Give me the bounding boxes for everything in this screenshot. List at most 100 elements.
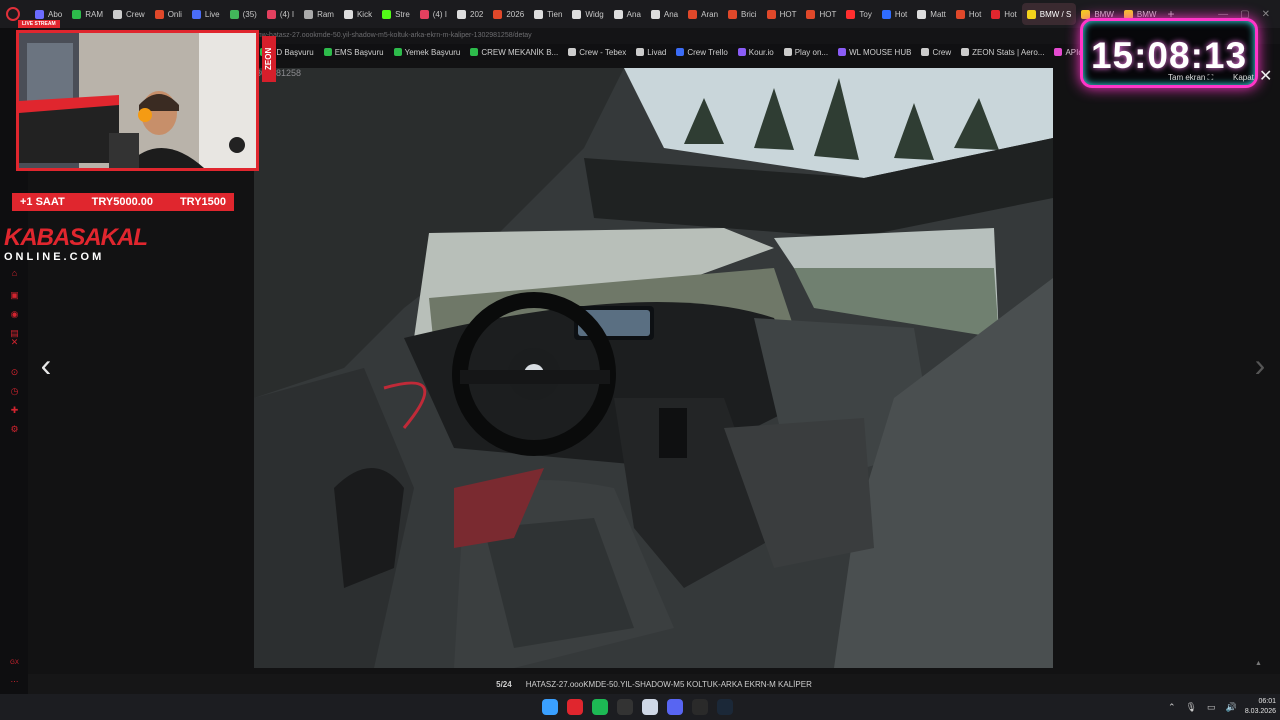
bookmark-item[interactable]: WL MOUSE HUB — [838, 48, 911, 57]
browser-tab[interactable]: Hot — [951, 3, 986, 25]
player-icon[interactable]: ⊙ — [9, 367, 20, 378]
epic-games-icon[interactable] — [692, 699, 708, 715]
browser-tab[interactable]: Hot — [877, 3, 912, 25]
tab-label: Crew — [126, 9, 145, 19]
messenger-icon[interactable]: ◉ — [9, 309, 20, 320]
settings-icon[interactable]: ⚙ — [9, 424, 20, 435]
browser-tab[interactable]: Widg — [567, 3, 608, 25]
browser-tab[interactable]: Onli — [150, 3, 187, 25]
browser-tab[interactable]: Crew — [108, 3, 150, 25]
tab-favicon-icon — [154, 9, 164, 19]
bookmark-item[interactable]: CREW MEKANİK B... — [470, 48, 558, 57]
tab-label: Toy — [859, 9, 872, 19]
bookmark-item[interactable]: Kour.io — [737, 48, 774, 57]
browser-tab[interactable]: Live — [187, 3, 225, 25]
close-window-icon[interactable]: ✕ — [1262, 9, 1270, 20]
browser-tab[interactable]: (4) I — [415, 3, 452, 25]
close-clock-button[interactable]: Kapat — [1233, 73, 1254, 82]
tab-label: HOT — [819, 9, 837, 19]
browser-tab[interactable]: 202 — [452, 3, 488, 25]
brand-name: KABASAKAL — [4, 224, 148, 251]
bookmark-item[interactable]: Yemek Başvuru — [393, 48, 460, 57]
live-stream-tag: LIVE STREAM — [18, 20, 60, 28]
bookmark-item[interactable]: Livad — [636, 48, 666, 57]
windows-start-icon[interactable] — [542, 699, 558, 715]
tray-chevron-icon[interactable]: ⌃ — [1168, 702, 1176, 713]
fullscreen-button[interactable]: Tam ekran ⛶ — [1168, 73, 1213, 83]
tab-favicon-icon — [688, 9, 698, 19]
opera-gx-icon[interactable] — [567, 699, 583, 715]
browser-tab[interactable]: HOT — [801, 3, 841, 25]
extensions-icon[interactable]: ✚ — [9, 405, 20, 416]
microphone-icon[interactable]: 🎙 — [1186, 702, 1197, 713]
browser-tab[interactable]: Ram — [299, 3, 339, 25]
gx-badge[interactable]: GX — [9, 658, 20, 669]
home-icon[interactable]: ⌂ — [9, 268, 20, 279]
tab-favicon-icon — [846, 9, 856, 19]
network-icon[interactable]: ▭ — [1207, 702, 1216, 713]
next-photo-button[interactable]: › — [1248, 346, 1272, 386]
browser-tab[interactable]: (35) — [225, 3, 262, 25]
bookmark-item[interactable]: EMS Başvuru — [323, 48, 384, 57]
bookmark-label: Crew Trello — [687, 47, 728, 57]
bookmark-item[interactable]: Crew — [921, 48, 951, 57]
tab-favicon-icon — [881, 9, 891, 19]
browser-tab[interactable]: Matt — [912, 3, 951, 25]
browser-tab[interactable]: Stre — [377, 3, 415, 25]
more-icon[interactable]: ⋯ — [9, 676, 20, 687]
donation-amount-1: TRY5000.00 — [91, 196, 154, 208]
bookmark-item[interactable]: Crew Trello — [676, 47, 728, 57]
close-icon[interactable]: ✕ — [1259, 66, 1272, 86]
bookmark-label: PD Başvuru — [271, 47, 314, 57]
previous-photo-button[interactable]: ‹ — [34, 346, 58, 386]
twitch-icon[interactable]: ▣ — [9, 290, 20, 301]
donation-amount-2: TRY1500 — [179, 196, 226, 208]
bookmark-label: CREW MEKANİK B... — [481, 47, 559, 57]
brand-domain: ONLINE.COM — [4, 251, 105, 263]
browser-tab[interactable]: Ana — [609, 3, 646, 25]
notepad-icon[interactable] — [642, 699, 658, 715]
browser-tab[interactable]: Aran — [683, 3, 723, 25]
bookmark-item[interactable]: Play on... — [783, 48, 828, 57]
opera-logo-icon[interactable] — [6, 7, 20, 21]
webcam-illustration — [19, 33, 256, 168]
tab-label: Hot — [968, 9, 982, 19]
browser-tab[interactable]: (4) I — [262, 3, 299, 25]
browser-tab[interactable]: HOT — [762, 3, 802, 25]
discord-icon[interactable] — [667, 699, 683, 715]
browser-tab[interactable]: Toy — [841, 3, 876, 25]
browser-tab[interactable]: Hot — [986, 3, 1021, 25]
steam-icon[interactable] — [717, 699, 733, 715]
browser-tab[interactable]: Ana — [646, 3, 683, 25]
tab-favicon-icon — [35, 9, 44, 19]
tab-label: Tien — [547, 9, 563, 19]
taskbar-clock[interactable]: 06:01 8.03.2026 — [1236, 697, 1276, 717]
tab-label: Ana — [626, 9, 641, 19]
browser-tab[interactable]: 2026 — [488, 3, 529, 25]
tab-favicon-icon — [191, 9, 201, 19]
browser-tab[interactable]: BMW / S — [1021, 3, 1077, 25]
bookmark-item[interactable]: ZEON Stats | Aero... — [961, 48, 1044, 57]
bookmark-favicon-icon — [393, 48, 402, 56]
tab-favicon-icon — [266, 9, 276, 19]
history-icon[interactable]: ◷ — [9, 386, 20, 397]
browser-tab[interactable]: Tien — [529, 3, 567, 25]
tab-label: Widg — [585, 9, 604, 19]
zeon-sponsor-logo: ZEON — [262, 36, 276, 82]
browser-tab[interactable]: RAM — [67, 3, 108, 25]
tab-favicon-icon — [534, 9, 544, 19]
tab-favicon-icon — [419, 9, 429, 19]
scroll-top-button[interactable]: ▲ — [1255, 660, 1262, 667]
tab-label: Hot — [1004, 9, 1017, 19]
tab-favicon-icon — [229, 9, 239, 19]
spotify-icon[interactable] — [592, 699, 608, 715]
bookmark-item[interactable]: Crew - Tebex — [568, 48, 626, 57]
tab-favicon-icon — [304, 9, 314, 19]
tab-label: (4) I — [432, 9, 447, 19]
browser-tab[interactable]: Brici — [723, 3, 762, 25]
browser-tab[interactable]: Kick — [339, 3, 377, 25]
obs-icon[interactable] — [617, 699, 633, 715]
bookmark-item[interactable]: APIq — [1054, 48, 1080, 57]
x-twitter-icon[interactable]: ✕ — [9, 337, 20, 348]
tab-favicon-icon — [806, 9, 816, 19]
